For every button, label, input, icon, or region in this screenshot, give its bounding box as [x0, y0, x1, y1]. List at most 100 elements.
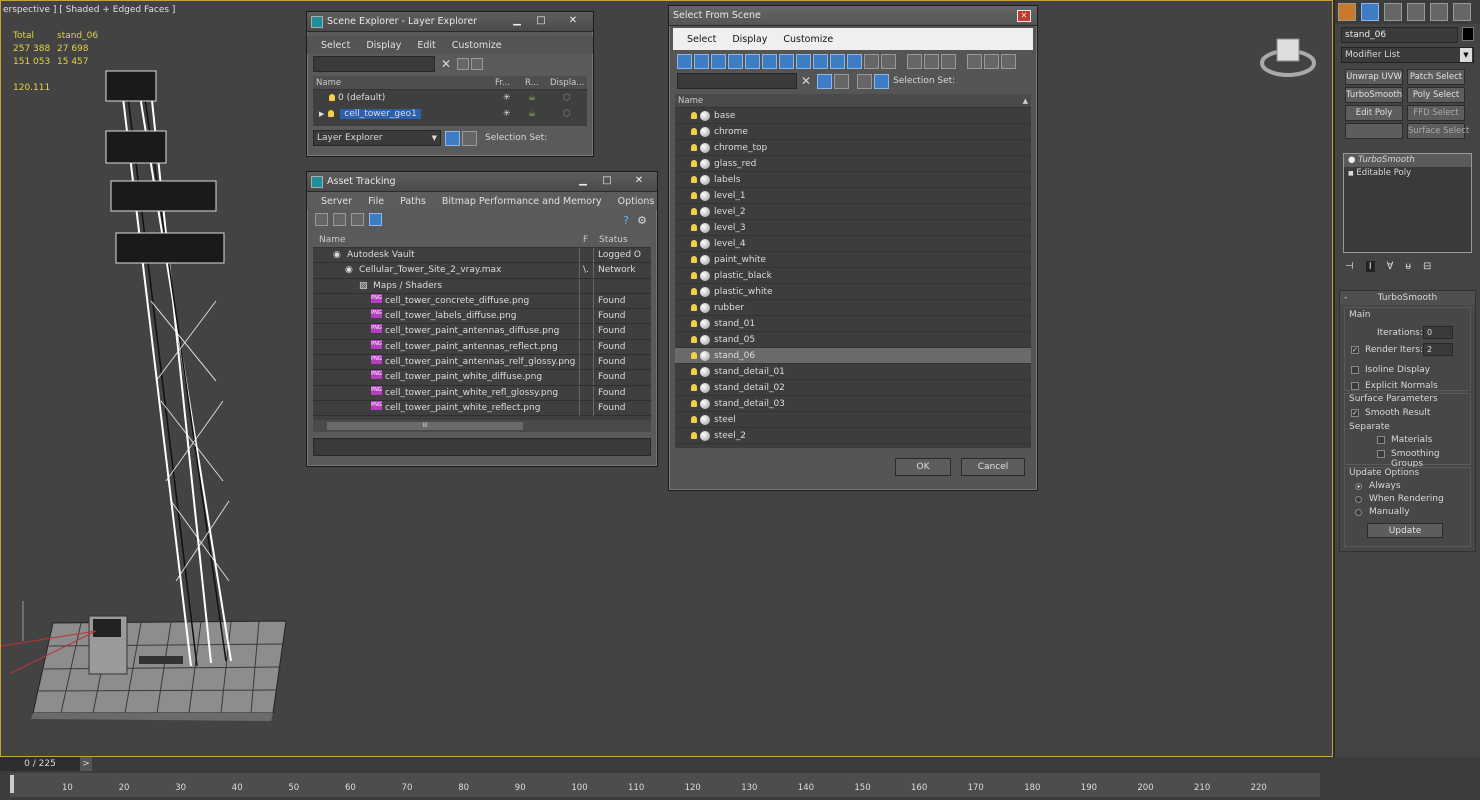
isoline-checkbox[interactable]: [1351, 366, 1359, 374]
bulb-icon[interactable]: [691, 128, 697, 135]
update-button[interactable]: Update: [1367, 523, 1443, 538]
col-name[interactable]: Name: [316, 76, 341, 90]
object-row[interactable]: stand_detail_03: [675, 396, 1031, 412]
filter-icon[interactable]: [471, 58, 484, 70]
layers-icon[interactable]: [857, 73, 873, 89]
display-none-icon[interactable]: [906, 54, 922, 69]
object-list[interactable]: base chrome chrome_top glass_red labels level…: [675, 108, 1031, 448]
bulb-icon[interactable]: [691, 432, 697, 439]
select-all-icon[interactable]: [940, 54, 956, 69]
stack-item-turbosmooth[interactable]: ● TurboSmooth: [1344, 154, 1471, 167]
bulb-icon[interactable]: [691, 272, 697, 279]
always-radio[interactable]: [1355, 483, 1362, 490]
next-frame-button[interactable]: >: [80, 757, 92, 771]
display-spacewarps-icon[interactable]: [762, 54, 777, 69]
bulb-icon[interactable]: [691, 240, 697, 247]
hierarchy-mode-icon[interactable]: [874, 73, 890, 89]
bulb-icon[interactable]: [691, 368, 697, 375]
iterations-spinner[interactable]: 0: [1423, 326, 1453, 339]
grid-view-icon[interactable]: [368, 213, 382, 226]
bulb-icon[interactable]: [691, 288, 697, 295]
display-all-icon[interactable]: [881, 54, 896, 69]
asset-list[interactable]: ◉ Autodesk Vault Logged O ◉ Cellular_Tower_S…: [313, 248, 651, 420]
maximize-button[interactable]: □: [531, 15, 551, 28]
render-iters-spinner[interactable]: 2: [1423, 343, 1453, 356]
bulb-icon[interactable]: [691, 384, 697, 391]
bulb-icon[interactable]: [691, 304, 697, 311]
menu-customize[interactable]: Customize: [444, 40, 510, 51]
invert-display-icon[interactable]: [923, 54, 939, 69]
close-button[interactable]: ✕: [629, 175, 649, 188]
object-row[interactable]: steel_2: [675, 428, 1031, 444]
hierarchy-icon[interactable]: [983, 54, 999, 69]
col-freeze[interactable]: Fr...: [495, 76, 510, 90]
menu-customize[interactable]: Customize: [775, 34, 841, 45]
smooth-result-checkbox[interactable]: ✓: [1351, 409, 1359, 417]
edit-poly-button[interactable]: Edit Poly: [1345, 105, 1403, 121]
bulb-icon[interactable]: [691, 192, 697, 199]
menu-bitmap[interactable]: Bitmap Performance and Memory: [434, 196, 610, 207]
asset-row[interactable]: PNG cell_tower_paint_white_refl_glossy.pn…: [313, 385, 651, 401]
object-name-field[interactable]: stand_06: [1341, 27, 1459, 43]
display-shapes-icon[interactable]: [694, 54, 709, 69]
find-icon[interactable]: [457, 58, 470, 70]
layer-row[interactable]: 0 (default) ✳ ☕ ⬡: [313, 90, 587, 106]
render-icon[interactable]: ☕: [528, 90, 536, 106]
explicit-normals-checkbox[interactable]: [1351, 382, 1359, 390]
make-unique-icon[interactable]: ∀: [1387, 261, 1394, 272]
asset-row[interactable]: PNG cell_tower_paint_white_reflect.png Fou…: [313, 400, 651, 417]
patch-select-button[interactable]: Patch Select: [1407, 69, 1465, 85]
motion-tab-icon[interactable]: [1407, 3, 1425, 21]
close-button[interactable]: ✕: [1017, 10, 1031, 22]
help-icon[interactable]: ?: [623, 214, 629, 227]
display-containers-icon[interactable]: [830, 54, 845, 69]
display-icon[interactable]: ⬡: [563, 90, 571, 106]
object-row[interactable]: stand_06: [675, 348, 1031, 364]
expand-icon[interactable]: ■: [1348, 170, 1354, 177]
display-bones-icon[interactable]: [813, 54, 828, 69]
menu-select[interactable]: Select: [679, 34, 724, 45]
hierarchy-icon[interactable]: [462, 130, 477, 146]
search-input[interactable]: [313, 56, 435, 72]
expand-icon[interactable]: ▶: [319, 110, 324, 118]
thumbnail-icon[interactable]: [350, 213, 364, 226]
perspective-viewport[interactable]: erspective ] [ Shaded + Edged Faces ] To…: [0, 0, 1333, 757]
object-color-swatch[interactable]: [1462, 27, 1474, 41]
object-row[interactable]: plastic_black: [675, 268, 1031, 284]
bulb-icon[interactable]: [691, 256, 697, 263]
asset-path-field[interactable]: [313, 438, 651, 456]
object-row[interactable]: stand_detail_01: [675, 364, 1031, 380]
manually-radio[interactable]: [1355, 509, 1362, 516]
menu-server[interactable]: Server: [313, 196, 360, 207]
col-display[interactable]: Displa...: [550, 76, 584, 90]
bulb-icon[interactable]: [691, 400, 697, 407]
object-row[interactable]: level_2: [675, 204, 1031, 220]
create-tab-icon[interactable]: [1338, 3, 1356, 21]
col-status[interactable]: Status: [599, 232, 628, 248]
display-tab-icon[interactable]: [1430, 3, 1448, 21]
modifier-list-dropdown[interactable]: Modifier List ▼: [1341, 47, 1474, 63]
clear-search-icon[interactable]: ✕: [441, 57, 451, 71]
object-row[interactable]: plastic_white: [675, 284, 1031, 300]
settings-icon[interactable]: ⚙: [637, 214, 647, 227]
bulb-icon[interactable]: [691, 176, 697, 183]
asset-row[interactable]: ◉ Cellular_Tower_Site_2_vray.max \. Network: [313, 263, 651, 279]
minimize-button[interactable]: ▁: [507, 15, 527, 28]
select-from-scene-titlebar[interactable]: Select From Scene: [669, 6, 1037, 26]
menu-edit[interactable]: Edit: [409, 40, 443, 51]
viewcube-icon[interactable]: [1259, 31, 1317, 79]
filter-active-icon[interactable]: [817, 73, 833, 89]
object-row[interactable]: rubber: [675, 300, 1031, 316]
turbosmooth-button[interactable]: TurboSmooth: [1345, 87, 1403, 103]
menu-display[interactable]: Display: [724, 34, 775, 45]
asset-row[interactable]: PNG cell_tower_labels_diffuse.png Found: [313, 309, 651, 325]
object-row[interactable]: level_1: [675, 188, 1031, 204]
lightbulb-icon[interactable]: ●: [1348, 155, 1355, 165]
when-rendering-radio[interactable]: [1355, 496, 1362, 503]
empty-modifier-button[interactable]: [1345, 123, 1403, 139]
object-row[interactable]: level_3: [675, 220, 1031, 236]
object-row[interactable]: paint_white: [675, 252, 1031, 268]
display-frozen-icon[interactable]: [847, 54, 862, 69]
track-bar[interactable]: 10 20 30 40 50 60 70 80 90 100 110 120 130 140 150 160 1…: [10, 773, 1320, 797]
asset-row[interactable]: PNG cell_tower_paint_antennas_reflect.png…: [313, 339, 651, 356]
